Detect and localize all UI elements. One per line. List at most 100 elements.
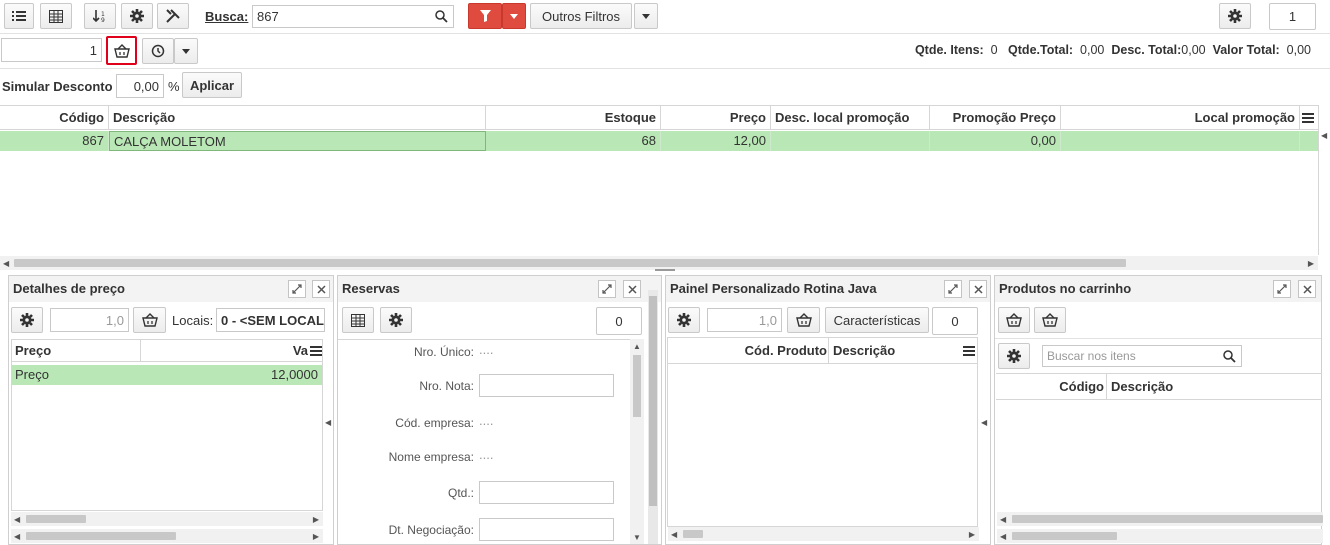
apply-discount-button[interactable]: Aplicar [182,72,242,98]
add-to-cart-button[interactable] [106,36,137,65]
column-header-description[interactable]: Descrição [109,106,486,130]
expand-button[interactable] [944,280,962,298]
scroll-left-icon[interactable]: ◀ [1000,532,1006,541]
column-menu-button[interactable] [1300,106,1318,130]
reservas-grid-button[interactable] [342,307,374,333]
qtd-field[interactable] [479,481,614,504]
scrollbar-thumb[interactable] [1012,532,1117,540]
grid-view-button[interactable] [40,3,72,29]
column-header-promo-local-desc[interactable]: Desc. local promoção [771,106,930,130]
list-view-button[interactable] [4,3,34,29]
column-header-description[interactable]: Descrição [1111,374,1173,400]
filter-dropdown-button[interactable] [502,3,526,29]
panel-title: Painel Personalizado Rotina Java [666,276,990,302]
scrollbar-thumb[interactable] [1012,515,1323,523]
other-filters-button[interactable]: Outros Filtros [530,3,632,29]
cart-remove-button[interactable] [1034,307,1066,333]
java-settings-button[interactable] [668,307,700,333]
scrollbar-thumb[interactable] [683,530,703,538]
close-button[interactable] [969,280,987,298]
column-header-price[interactable]: Preço [661,106,771,130]
column-header-valor[interactable]: Va [293,340,308,362]
settings-button[interactable] [121,3,153,29]
splitter-handle[interactable] [655,269,675,271]
scroll-left-icon[interactable]: ◀ [1000,515,1006,524]
characteristics-button[interactable]: Características [825,307,929,333]
scroll-left-icon[interactable]: ◀ [14,515,20,524]
column-header-description[interactable]: Descrição [833,338,895,364]
menu-icon[interactable] [310,346,322,356]
discount-input[interactable]: 0,00 [116,74,164,98]
column-header-code[interactable]: Código [0,106,109,130]
column-header-preco[interactable]: Preço [15,340,51,362]
search-icon[interactable] [1223,350,1236,363]
menu-icon[interactable] [963,346,975,356]
cart-grid-scrollbar[interactable]: ◀ [997,512,1323,526]
scrollbar-thumb[interactable] [26,515,86,523]
cart-settings-button[interactable] [998,343,1030,369]
price-settings-button[interactable] [11,307,43,333]
scroll-left-icon[interactable]: ◀ [671,530,677,539]
column-header-promo-local[interactable]: Local promoção [1061,106,1300,130]
reservas-right-scrollbar[interactable] [648,290,658,544]
nro-nota-field[interactable] [479,374,614,397]
locais-select[interactable]: 0 - <SEM LOCAL [216,308,325,332]
cart-add-button[interactable] [998,307,1030,333]
history-button[interactable] [142,38,174,64]
column-header-stock[interactable]: Estoque [486,106,661,130]
scroll-right-icon[interactable]: ▶ [1308,259,1314,268]
reservas-vertical-scrollbar[interactable]: ▲ ▼ [630,339,644,544]
scroll-right-icon[interactable]: ▶ [313,532,319,541]
column-header-code[interactable]: Código [1059,374,1104,400]
column-header-promo-price[interactable]: Promoção Preço [930,106,1061,130]
cart-search-input[interactable]: Buscar nos itens [1042,345,1242,367]
price-qty-input[interactable]: 1,0 [50,308,129,332]
scroll-left-icon[interactable]: ◀ [3,259,9,268]
scroll-left-icon[interactable]: ◀ [14,532,20,541]
page-number-input[interactable]: 1 [1269,3,1316,30]
panel-collapse-icon[interactable]: ◀ [981,418,987,427]
quantity-input[interactable]: 1 [1,38,102,62]
grid-horizontal-scrollbar[interactable]: ◀ ▶ [0,256,1318,270]
close-button[interactable] [312,280,330,298]
history-dropdown-button[interactable] [174,38,198,64]
reservas-count[interactable]: 0 [596,307,642,335]
cell-description[interactable]: CALÇA MOLETOM [109,131,486,151]
scrollbar-thumb[interactable] [26,532,176,540]
scroll-up-icon[interactable]: ▲ [633,342,641,351]
java-basket-button[interactable] [787,307,820,333]
column-header-product-code[interactable]: Cód. Produto [745,338,827,364]
scroll-right-icon[interactable]: ▶ [969,530,975,539]
price-grid-scrollbar[interactable]: ◀ ▶ [11,512,323,526]
search-icon[interactable] [435,10,448,23]
search-input[interactable]: 867 [252,5,454,28]
java-qty-input[interactable]: 1,0 [707,308,782,332]
table-row[interactable]: Preço 12,0000 [12,365,322,385]
sort-button[interactable]: 19 [84,3,116,29]
reservas-settings-button[interactable] [380,307,412,333]
price-basket-button[interactable] [133,307,166,333]
close-button[interactable] [1298,280,1316,298]
scrollbar-thumb[interactable] [649,296,657,506]
price-panel-scrollbar[interactable]: ◀ ▶ [11,529,323,543]
other-filters-dropdown[interactable] [634,3,658,29]
tools-button[interactable] [157,3,189,29]
page-settings-button[interactable] [1219,3,1251,29]
expand-button[interactable] [288,280,306,298]
scroll-down-icon[interactable]: ▼ [633,533,641,542]
close-button[interactable] [623,280,641,298]
expand-button[interactable] [1273,280,1291,298]
collapse-arrow-icon[interactable]: ◀ [1321,131,1327,140]
scroll-right-icon[interactable]: ▶ [313,515,319,524]
panel-collapse-icon[interactable]: ◀ [325,418,331,427]
value-cod-empresa: .... [479,413,494,428]
table-row[interactable]: 867 CALÇA MOLETOM 68 12,00 0,00 [0,131,1318,151]
expand-button[interactable] [598,280,616,298]
java-count[interactable]: 0 [932,307,978,335]
java-grid-scrollbar[interactable]: ◀ ▶ [668,527,979,541]
dt-negociacao-field[interactable] [479,518,614,541]
scrollbar-thumb[interactable] [14,259,1126,267]
filter-button[interactable] [468,3,502,29]
cart-panel-scrollbar[interactable]: ◀ [997,529,1323,543]
scrollbar-thumb[interactable] [633,355,641,417]
